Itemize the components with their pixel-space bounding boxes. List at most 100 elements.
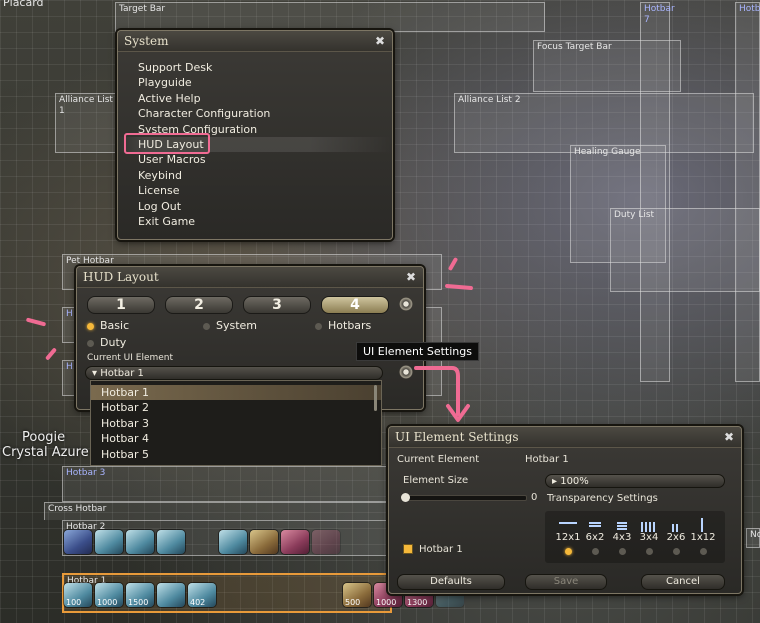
filter-duty[interactable]: Duty bbox=[87, 336, 126, 349]
slot-cost: 402 bbox=[190, 598, 206, 607]
action-slot[interactable] bbox=[95, 530, 123, 554]
close-icon[interactable]: ✖ bbox=[721, 429, 737, 445]
ghost-alliance-list2[interactable]: Alliance List 2 bbox=[454, 93, 754, 153]
ui-element-select[interactable]: ▾ Hotbar 1 bbox=[85, 366, 383, 380]
ghost-alliance-list1[interactable]: Alliance List 1 bbox=[55, 93, 120, 153]
action-slot[interactable]: 500 bbox=[343, 583, 371, 607]
layout-option-6x2[interactable]: 6x2 bbox=[582, 512, 608, 555]
ghost-duty-list[interactable]: Duty List bbox=[610, 208, 760, 292]
settings-window-title: UI Element Settings bbox=[389, 427, 741, 448]
element-size-select[interactable]: ▸ 100% bbox=[545, 474, 725, 488]
radio-icon bbox=[87, 339, 94, 347]
slot-cost: 100 bbox=[66, 598, 82, 607]
close-icon[interactable]: ✖ bbox=[372, 33, 388, 49]
defaults-button[interactable]: Defaults bbox=[397, 574, 505, 590]
ghost-placard[interactable]: Placard bbox=[0, 0, 108, 9]
menu-item[interactable]: Playguide bbox=[118, 75, 392, 90]
layout-label: 4x3 bbox=[612, 532, 632, 543]
radio-selected-icon bbox=[87, 322, 94, 330]
dropdown-item[interactable]: Hotbar 3 bbox=[91, 416, 381, 431]
menu-item[interactable]: User Macros bbox=[118, 152, 392, 167]
ghost-hotbar8[interactable]: Hotb bbox=[735, 2, 760, 382]
action-slot[interactable] bbox=[157, 583, 185, 607]
menu-item[interactable]: Character Configuration bbox=[118, 106, 392, 121]
ghost-label: Healing Gauge bbox=[574, 147, 641, 157]
layout-label: 3x4 bbox=[639, 532, 659, 543]
action-slot[interactable]: 1500 bbox=[126, 583, 154, 607]
dropdown-list: Hotbar 1 Hotbar 2 Hotbar 3 Hotbar 4 Hotbar 5 bbox=[91, 381, 381, 462]
action-slot[interactable] bbox=[219, 530, 247, 554]
filter-label: Basic bbox=[100, 319, 130, 332]
ghost-cut-right[interactable]: No bbox=[746, 528, 760, 548]
layout-option-3x4[interactable]: 3x4 bbox=[636, 512, 662, 555]
layout-tab-3[interactable]: 3 bbox=[243, 296, 311, 314]
slot-cost: 1000 bbox=[97, 598, 118, 607]
action-slot[interactable] bbox=[64, 530, 92, 554]
action-slot[interactable] bbox=[157, 530, 185, 554]
layout-tab-1[interactable]: 1 bbox=[87, 296, 155, 314]
ghost-label: Hotbar 3 bbox=[66, 468, 106, 478]
radio-icon bbox=[203, 322, 210, 330]
action-slot[interactable]: 402 bbox=[188, 583, 216, 607]
filter-basic[interactable]: Basic bbox=[87, 319, 129, 332]
action-slot[interactable]: 100 bbox=[64, 583, 92, 607]
layout-option-1x12[interactable]: 1x12 bbox=[690, 512, 716, 555]
layout-tab-2[interactable]: 2 bbox=[165, 296, 233, 314]
layout-option-2x6[interactable]: 2x6 bbox=[663, 512, 689, 555]
layout-option-12x1[interactable]: 12x1 bbox=[555, 512, 581, 555]
gear-icon[interactable] bbox=[399, 297, 413, 311]
action-slot[interactable] bbox=[281, 530, 309, 554]
close-icon[interactable]: ✖ bbox=[403, 269, 419, 285]
system-window-title: System bbox=[118, 31, 392, 52]
action-slot[interactable] bbox=[312, 530, 340, 554]
layout-label: 6x2 bbox=[585, 532, 605, 543]
action-slot[interactable]: 1000 bbox=[95, 583, 123, 607]
dropdown-item[interactable]: Hotbar 4 bbox=[91, 431, 381, 446]
current-element-value: Hotbar 1 bbox=[525, 454, 569, 465]
hud-window-title: HUD Layout bbox=[77, 267, 423, 288]
ghost-label: No bbox=[750, 530, 760, 540]
save-button[interactable]: Save bbox=[525, 574, 607, 590]
ghost-label: Hotb bbox=[739, 4, 760, 14]
dropdown-item[interactable]: Hotbar 1 bbox=[91, 385, 381, 401]
radio-icon bbox=[672, 548, 680, 555]
ghost-label: Alliance List 1 bbox=[59, 95, 113, 116]
transparency-slider[interactable] bbox=[403, 495, 527, 501]
layout-label: 2x6 bbox=[666, 532, 686, 543]
slider-knob[interactable] bbox=[401, 493, 410, 502]
dropdown-item[interactable]: Hotbar 5 bbox=[91, 447, 381, 462]
cancel-button[interactable]: Cancel bbox=[641, 574, 725, 590]
menu-item[interactable]: Active Help bbox=[118, 91, 392, 106]
filter-system[interactable]: System bbox=[203, 319, 257, 332]
radio-icon bbox=[618, 548, 626, 555]
layout-icon bbox=[663, 512, 689, 532]
filter-label: Hotbars bbox=[328, 319, 372, 332]
menu-item[interactable]: Support Desk bbox=[118, 60, 392, 75]
ghost-label: H bbox=[66, 362, 73, 372]
menu-item[interactable]: License bbox=[118, 183, 392, 198]
menu-item[interactable]: Log Out bbox=[118, 199, 392, 214]
radio-icon bbox=[645, 548, 653, 555]
ghost-cross-hotbar[interactable]: Cross Hotbar bbox=[44, 502, 434, 520]
menu-item[interactable]: Exit Game bbox=[118, 214, 392, 229]
filter-hotbars[interactable]: Hotbars bbox=[315, 319, 371, 332]
layout-tab-4[interactable]: 4 bbox=[321, 296, 389, 314]
select-value: Hotbar 1 bbox=[100, 368, 144, 379]
ghost-target-bar[interactable]: Target Bar bbox=[115, 2, 545, 32]
ghost-hotbar3[interactable]: Hotbar 3 bbox=[62, 466, 442, 502]
action-slot[interactable] bbox=[126, 530, 154, 554]
ghost-label: Target Bar bbox=[119, 4, 166, 14]
ghost-focus-target-bar[interactable]: Focus Target Bar bbox=[533, 40, 681, 92]
hotbar-checkbox[interactable]: Hotbar 1 bbox=[403, 544, 463, 555]
action-slot[interactable] bbox=[250, 530, 278, 554]
dropdown-scrollbar[interactable] bbox=[374, 385, 377, 411]
slot-cost: 1300 bbox=[407, 598, 428, 607]
radio-icon bbox=[315, 322, 322, 330]
transparency-value: 0 bbox=[531, 492, 538, 503]
menu-item[interactable]: Keybind bbox=[118, 168, 392, 183]
ghost-label: Placard bbox=[3, 0, 44, 9]
hotbar2-slots bbox=[64, 530, 340, 554]
layout-icon bbox=[609, 512, 635, 532]
dropdown-item[interactable]: Hotbar 2 bbox=[91, 400, 381, 415]
layout-option-4x3[interactable]: 4x3 bbox=[609, 512, 635, 555]
